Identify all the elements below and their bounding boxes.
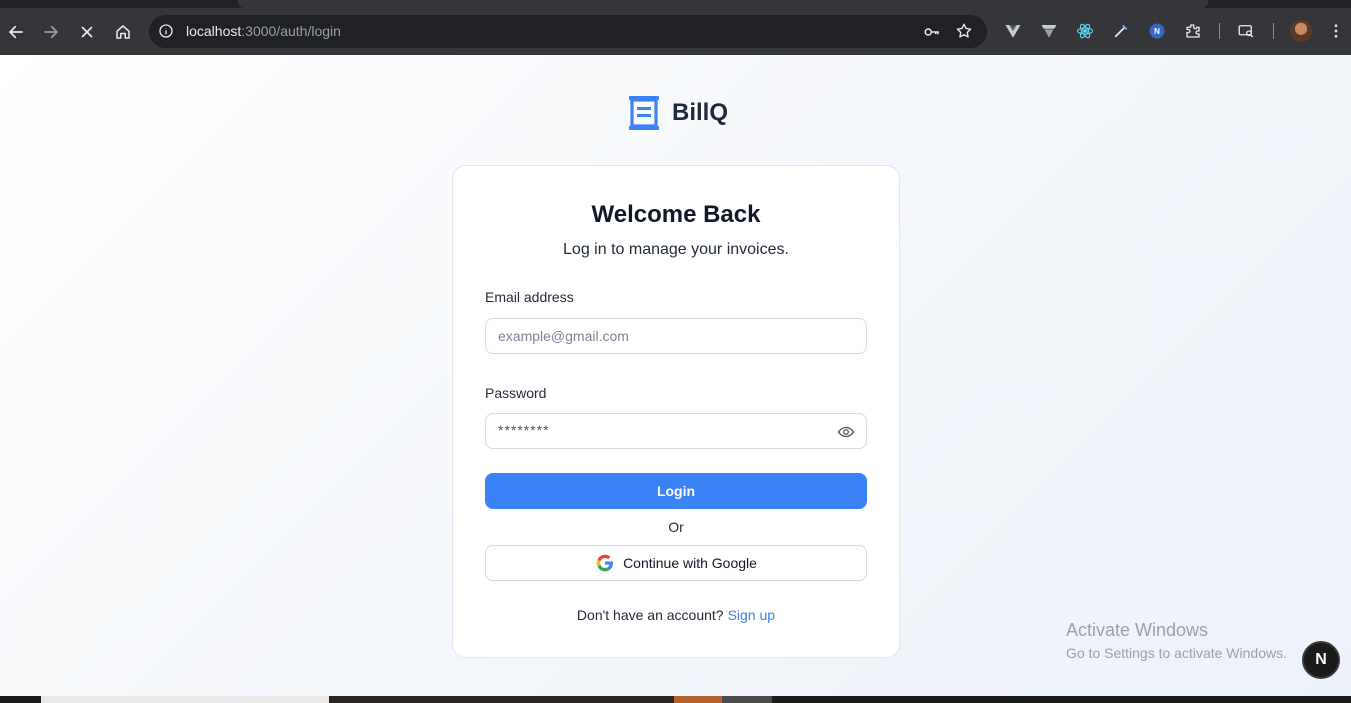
taskbar-item[interactable] (329, 696, 674, 703)
home-icon[interactable] (111, 20, 135, 44)
tab-strip (0, 0, 1351, 8)
back-icon[interactable] (4, 20, 28, 44)
login-card: Welcome Back Log in to manage your invoi… (452, 165, 900, 658)
taskbar-item[interactable] (722, 696, 772, 703)
google-icon (596, 554, 614, 572)
address-bar[interactable]: localhost:3000/auth/login (149, 15, 987, 48)
google-button-label: Continue with Google (623, 555, 757, 571)
invoice-logo-icon (629, 96, 659, 130)
signup-link[interactable]: Sign up (728, 607, 775, 623)
activate-title: Activate Windows (1066, 620, 1209, 640)
profile-avatar[interactable] (1290, 20, 1312, 42)
color-picker-icon[interactable] (1111, 21, 1131, 41)
password-label: Password (485, 385, 547, 401)
menu-icon[interactable] (1326, 21, 1346, 41)
email-label: Email address (485, 289, 574, 305)
google-signin-button[interactable]: Continue with Google (485, 545, 867, 581)
active-tab[interactable] (238, 0, 1208, 8)
or-divider-text: Or (668, 519, 684, 535)
browser-toolbar: localhost:3000/auth/login N (0, 8, 1351, 55)
activate-subtitle: Go to Settings to activate Windows. (1066, 645, 1287, 661)
nuxt-extension-icon[interactable]: N (1147, 21, 1167, 41)
nextjs-dev-badge[interactable]: N (1302, 641, 1340, 679)
activate-windows-watermark: Activate Windows Go to Settings to activ… (1066, 620, 1287, 661)
toolbar-divider (1219, 23, 1220, 39)
url-text[interactable]: localhost:3000/auth/login (186, 23, 341, 39)
vue-devtools-icon[interactable] (1003, 21, 1023, 41)
taskbar (0, 696, 1351, 703)
react-devtools-icon[interactable] (1075, 21, 1095, 41)
taskbar-item[interactable] (674, 696, 722, 703)
svg-text:N: N (1154, 27, 1160, 36)
email-field[interactable]: example@gmail.com (485, 318, 867, 354)
password-key-icon[interactable] (923, 23, 941, 41)
vuetify-icon[interactable] (1039, 21, 1059, 41)
bookmark-star-icon[interactable] (955, 22, 973, 40)
signup-prompt: Don't have an account? (576, 607, 724, 623)
signup-row: Don't have an account? Sign up (453, 607, 899, 623)
password-value: ******** (498, 422, 550, 438)
eye-icon[interactable] (837, 423, 855, 441)
page-subtitle: Log in to manage your invoices. (563, 241, 789, 258)
page-title: Welcome Back (591, 201, 761, 228)
toolbar-divider (1273, 23, 1274, 39)
taskbar-item[interactable] (41, 696, 329, 703)
login-page: BillQ Welcome Back Log in to manage your… (0, 55, 1351, 696)
email-placeholder: example@gmail.com (498, 328, 629, 344)
tab-search-icon[interactable] (1236, 21, 1256, 41)
brand-header: BillQ (629, 96, 728, 130)
brand-name: BillQ (672, 99, 729, 126)
extensions-icon[interactable] (1183, 21, 1203, 41)
stop-loading-icon[interactable] (75, 20, 99, 44)
login-button[interactable]: Login (485, 473, 867, 509)
site-info-icon[interactable] (158, 23, 174, 39)
password-field[interactable]: ******** (485, 413, 867, 449)
forward-icon[interactable] (39, 20, 63, 44)
